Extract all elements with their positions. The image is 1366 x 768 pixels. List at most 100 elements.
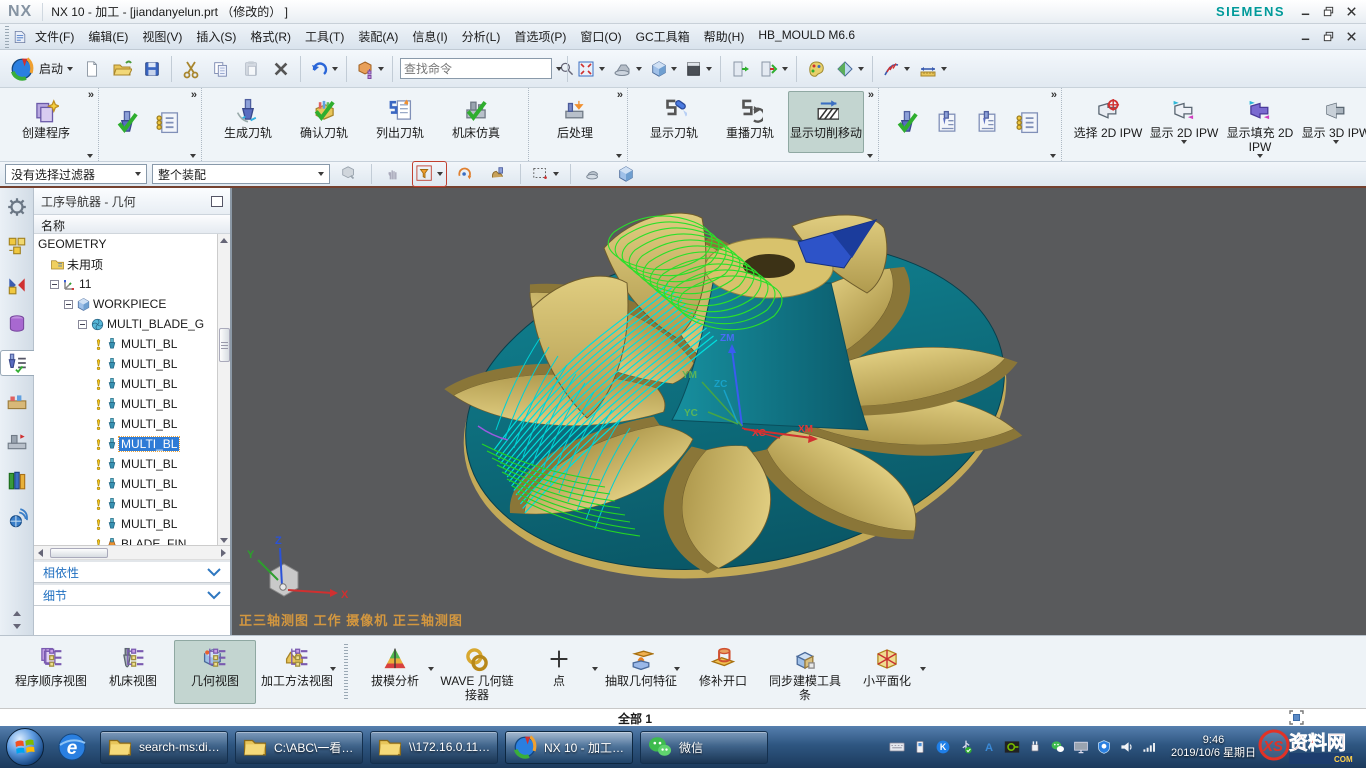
menu-a[interactable]: 装配(A) <box>351 25 405 48</box>
machine-config-tab[interactable] <box>3 389 31 415</box>
后处理-button[interactable]: 后处理 <box>537 91 613 153</box>
tree-row-multi_blade_g[interactable]: MULTI_BLADE_G <box>34 314 230 334</box>
tree-row-multi_bl[interactable]: MULTI_BL <box>34 434 230 454</box>
taskbar-button[interactable]: C:\ABC\一看。刘... <box>235 731 363 764</box>
tool-card-button[interactable] <box>971 107 1003 137</box>
group-dropdown-icon[interactable] <box>867 154 873 158</box>
undo-button[interactable] <box>306 54 341 84</box>
pin-panel-icon[interactable] <box>211 196 223 207</box>
child-window-restore-button[interactable] <box>1322 30 1335 43</box>
web-browser-tab[interactable] <box>3 506 31 532</box>
open-folder-button[interactable] <box>108 54 136 84</box>
paste-button[interactable] <box>237 54 265 84</box>
fit-view-button[interactable] <box>573 54 608 84</box>
internet-explorer-button[interactable]: e <box>51 728 93 766</box>
tree-row-blade_fin[interactable]: BLADE_FIN <box>34 534 230 546</box>
机床视图-button[interactable]: 机床视图 <box>92 640 174 704</box>
tree-row-multi_bl[interactable]: MULTI_BL <box>34 474 230 494</box>
vertical-scrollbar[interactable] <box>217 234 230 546</box>
copy-button[interactable] <box>207 54 235 84</box>
machine-tool-navigator-tab[interactable] <box>3 428 31 454</box>
创建程序-button[interactable]: 创建程序 <box>8 91 84 153</box>
menu-gc[interactable]: GC工具箱 <box>629 25 697 48</box>
重播刀轨-button[interactable]: 重播刀轨 <box>712 91 788 153</box>
toolbar-grip[interactable] <box>5 26 9 48</box>
加工方法视图-button[interactable]: 加工方法视图 <box>256 640 338 704</box>
clip-section-button[interactable] <box>726 54 754 84</box>
tree-row-11[interactable]: 11 <box>34 274 230 294</box>
tree-row-multi_bl[interactable]: MULTI_BL <box>34 354 230 374</box>
tree-row-multi_bl[interactable]: MULTI_BL <box>34 414 230 434</box>
menu-h[interactable]: 帮助(H) <box>697 25 752 48</box>
tool-card-button[interactable] <box>931 107 963 137</box>
palette-button[interactable] <box>802 54 830 84</box>
part-family-tab[interactable] <box>3 311 31 337</box>
shaded-cube-button[interactable] <box>647 54 680 84</box>
menu-r[interactable]: 格式(R) <box>243 25 298 48</box>
scrollbar-thumb[interactable] <box>50 548 108 558</box>
smart-select-button[interactable] <box>484 162 512 186</box>
group-expand-icon[interactable]: » <box>1051 89 1057 101</box>
tree-row-multi_bl[interactable]: MULTI_BL <box>34 374 230 394</box>
group-dropdown-icon[interactable] <box>190 154 196 158</box>
column-header-name[interactable]: 名称 <box>34 215 230 234</box>
graphics-viewport[interactable]: ZM YM ZC YC XC XM Z <box>232 188 1366 635</box>
group-dropdown-icon[interactable] <box>87 154 93 158</box>
selection-filter-combo[interactable]: 没有选择过滤器 <box>5 164 147 184</box>
几何视图-button[interactable]: 几何视图 <box>174 640 256 704</box>
start-button[interactable] <box>6 728 44 766</box>
snap-assembly-button[interactable] <box>335 162 363 186</box>
collapse-icon[interactable] <box>64 300 73 309</box>
window-restore-button[interactable] <box>1322 5 1335 18</box>
点-button[interactable]: 点 <box>518 640 600 704</box>
menu-i[interactable]: 信息(I) <box>405 25 454 48</box>
speaker-icon[interactable] <box>1119 739 1135 755</box>
taskbar-clock[interactable]: 9:46 2019/10/6 星期日 <box>1171 734 1256 760</box>
collapse-icon[interactable] <box>78 320 87 329</box>
修补开口-button[interactable]: 修补开口 <box>682 640 764 704</box>
program-view-button[interactable] <box>1011 107 1043 137</box>
程序顺序视图-button[interactable]: 程序顺序视图 <box>10 640 92 704</box>
tree-row-multi_bl[interactable]: MULTI_BL <box>34 334 230 354</box>
shaded-object-button[interactable] <box>579 162 607 186</box>
dependencies-panel[interactable]: 相依性 <box>34 560 230 583</box>
WAVE-几何链接器-button[interactable]: WAVE 几何链接器 <box>436 640 518 704</box>
verify-tool-button[interactable] <box>891 107 923 137</box>
start-menu-button[interactable]: 启动 <box>6 54 76 84</box>
screenshot-target-icon[interactable] <box>1289 710 1304 725</box>
tree-row-multi_bl[interactable]: MULTI_BL <box>34 394 230 414</box>
taskbar-button[interactable]: 微信 <box>640 731 768 764</box>
tree-row-workpiece[interactable]: WORKPIECE <box>34 294 230 314</box>
view-cube-button[interactable] <box>612 162 640 186</box>
selection-scope-combo[interactable]: 整个装配 <box>152 164 330 184</box>
collapse-icon[interactable] <box>50 280 59 289</box>
usb-device-icon[interactable] <box>912 739 928 755</box>
scrollbar-thumb[interactable] <box>219 328 230 362</box>
wechat-tray-icon[interactable] <box>1050 739 1066 755</box>
显示填充-2D-IPW-button[interactable]: 显示填充 2D IPW <box>1222 91 1298 153</box>
选择-2D-IPW-button[interactable]: 选择 2D IPW <box>1070 91 1146 153</box>
menu-t[interactable]: 工具(T) <box>298 25 351 48</box>
child-window-close-button[interactable] <box>1345 30 1358 43</box>
taskbar-button[interactable]: NX 10 - 加工 - [j... <box>505 731 633 764</box>
scroll-up-icon[interactable] <box>13 611 21 616</box>
shield-icon[interactable] <box>1096 739 1112 755</box>
new-file-button[interactable] <box>78 54 106 84</box>
program-view-button[interactable] <box>151 107 183 137</box>
tree-row-multi_bl[interactable]: MULTI_BL <box>34 514 230 534</box>
curve-analysis-button[interactable] <box>878 54 913 84</box>
显示切削移动-button[interactable]: 显示切削移动 <box>788 91 864 153</box>
确认刀轨-button[interactable]: 确认刀轨 <box>286 91 362 153</box>
visualization-button[interactable] <box>832 54 867 84</box>
同步建模工具条-button[interactable]: 同步建模工具条 <box>764 640 846 704</box>
display-icon[interactable] <box>1073 739 1089 755</box>
menu-s[interactable]: 插入(S) <box>189 25 243 48</box>
command-finder-input[interactable] <box>404 62 559 76</box>
tree-row-multi_bl[interactable]: MULTI_BL <box>34 494 230 514</box>
显示刀轨-button[interactable]: 显示刀轨 <box>636 91 712 153</box>
window-close-button[interactable] <box>1345 5 1358 18</box>
library-tab[interactable] <box>3 467 31 493</box>
小平面化-button[interactable]: 小平面化 <box>846 640 928 704</box>
k-app-icon[interactable]: K <box>935 739 951 755</box>
group-dropdown-icon[interactable] <box>1050 154 1056 158</box>
